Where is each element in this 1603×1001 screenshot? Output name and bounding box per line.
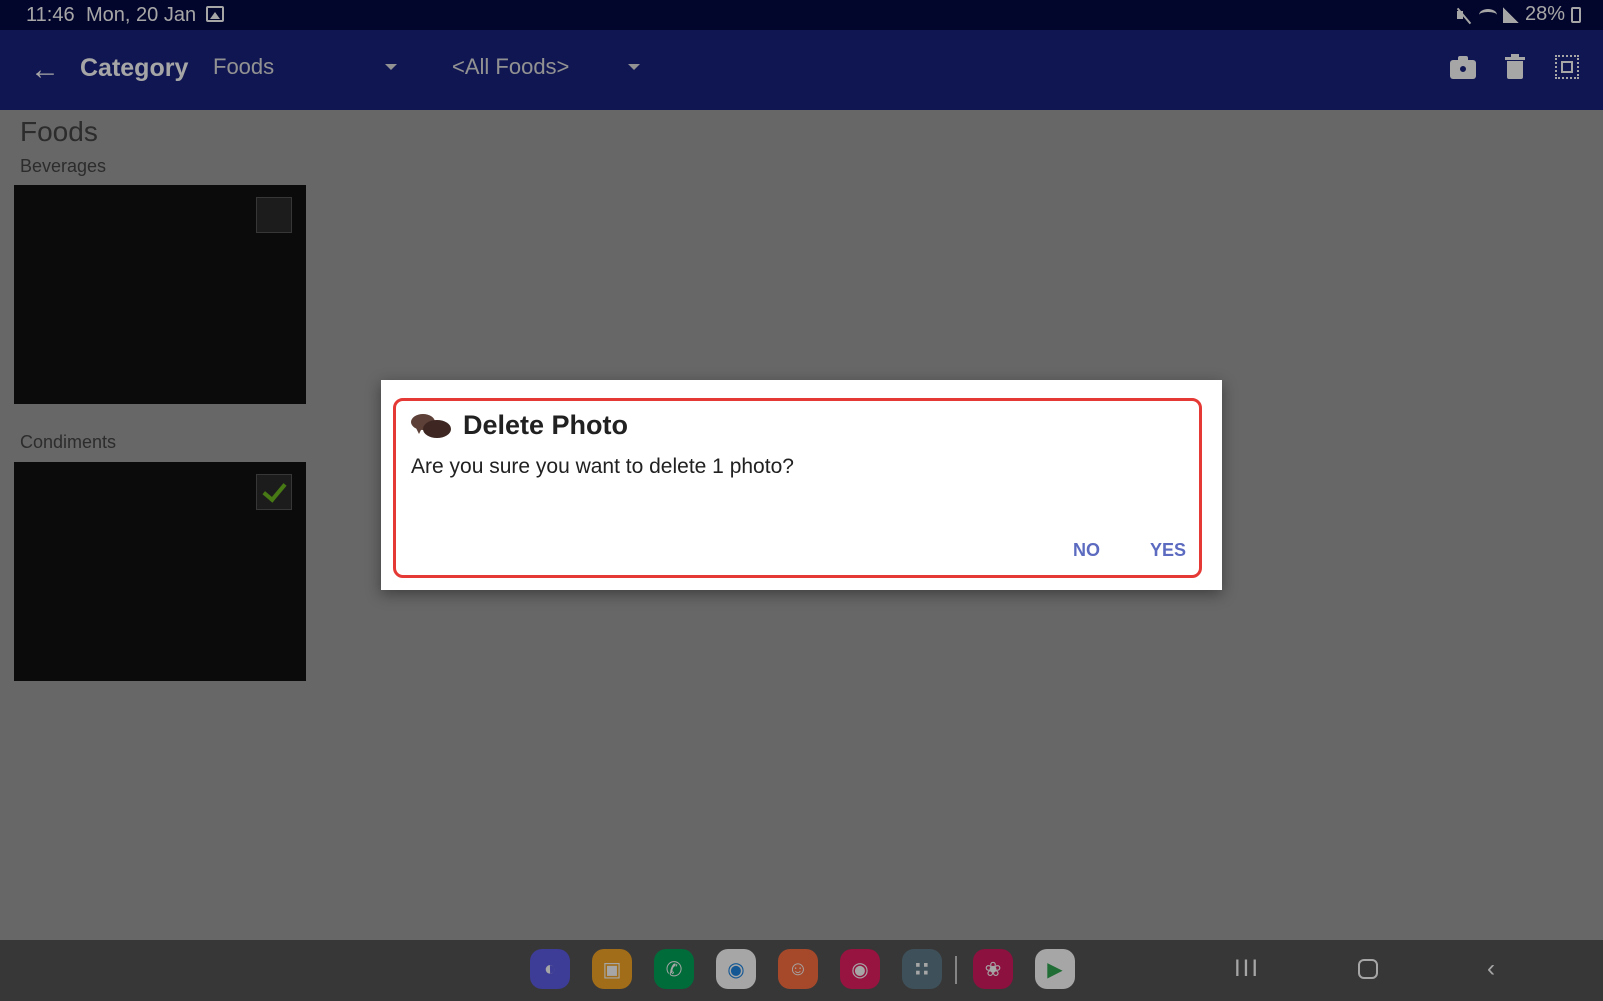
yes-button[interactable]: YES xyxy=(1150,540,1186,561)
dialog-title: Delete Photo xyxy=(463,410,629,440)
chat-bubbles-icon xyxy=(411,412,451,440)
no-button[interactable]: NO xyxy=(1073,540,1100,561)
dialog-message: Are you sure you want to delete 1 photo? xyxy=(411,455,794,478)
delete-photo-dialog: Delete Photo Are you sure you want to de… xyxy=(381,380,1222,590)
dialog-title-row: Delete Photo xyxy=(411,410,628,441)
